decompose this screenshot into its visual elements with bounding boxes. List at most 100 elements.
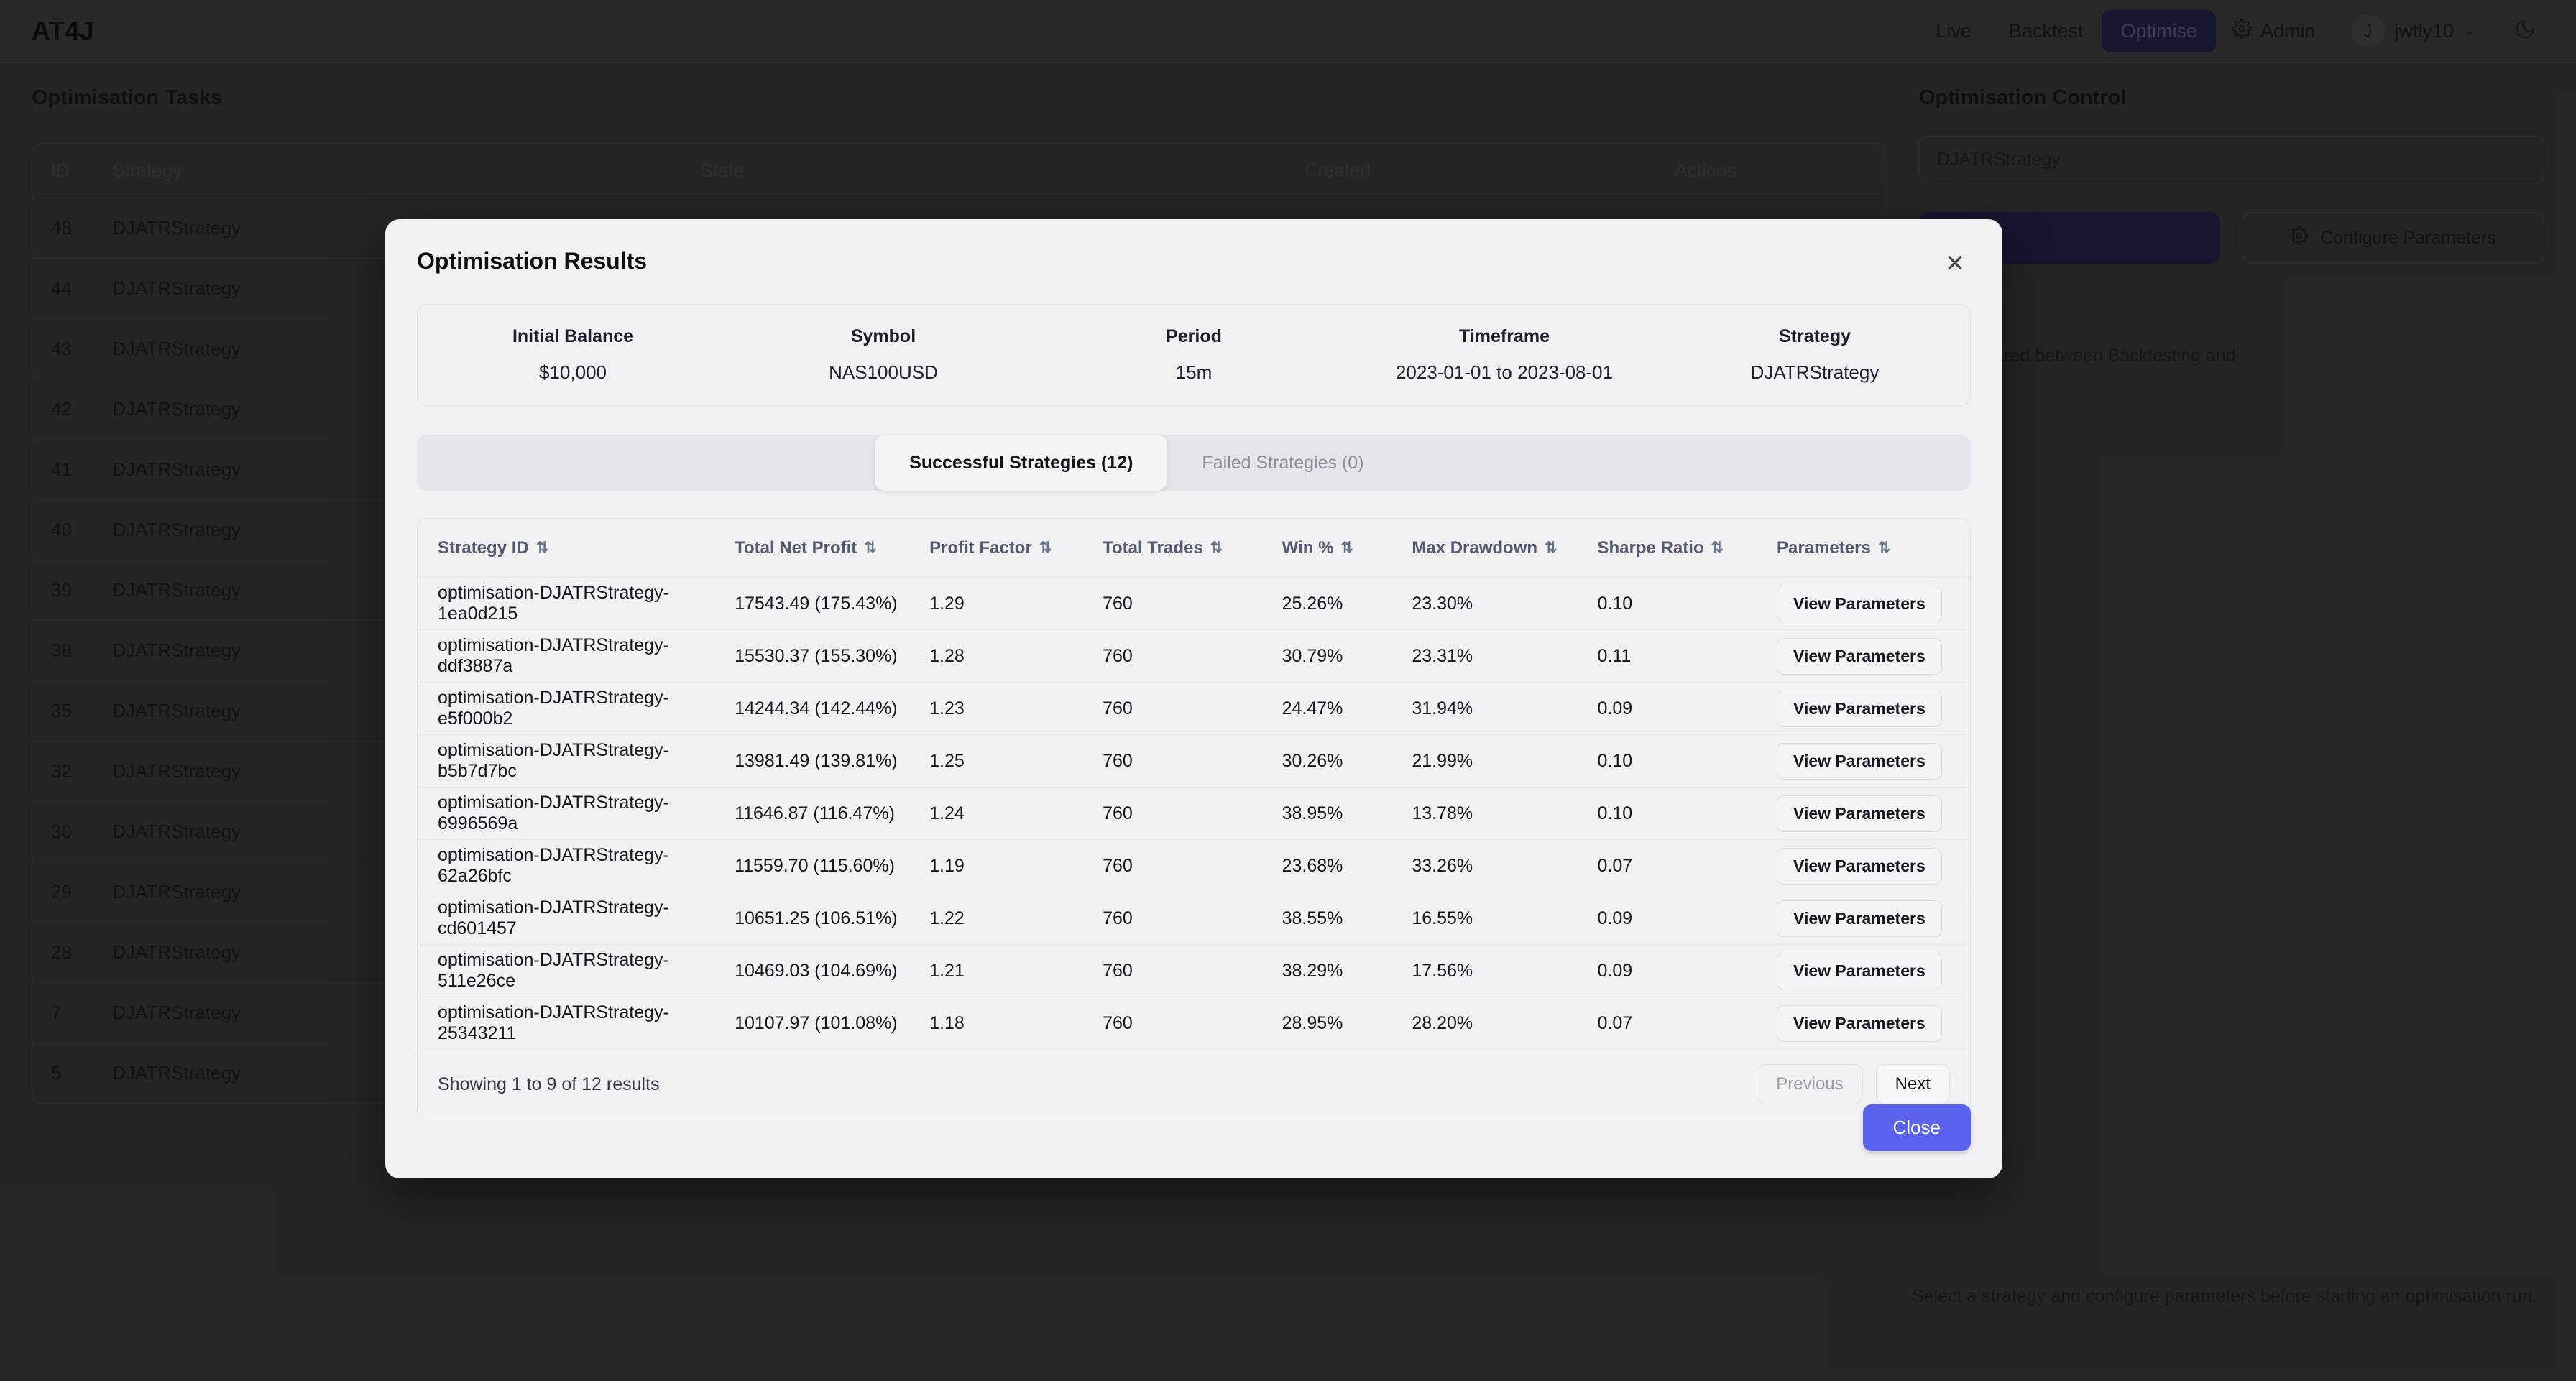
cell-profit-factor: 1.28 [929, 645, 965, 666]
cell-parameters: View Parameters [1777, 900, 1950, 937]
cell-parameters: View Parameters [1777, 690, 1950, 727]
view-parameters-button[interactable]: View Parameters [1777, 690, 1942, 727]
cell-total-net-profit: 11646.87 (116.47%) [735, 803, 895, 823]
summary-value: NAS100USD [829, 361, 938, 383]
cell-total-trades: 760 [1103, 750, 1133, 771]
tab-failed-strategies[interactable]: Failed Strategies (0) [1167, 435, 1398, 491]
table-row: optimisation-DJATRStrategy-25343211 10107… [418, 997, 1970, 1050]
results-col-win-pct-label: Win % [1282, 537, 1334, 558]
sort-icon: ⇅ [1210, 540, 1223, 556]
results-table-header: Strategy ID ⇅ Total Net Profit ⇅ Profit … [418, 519, 1970, 578]
cell-total-net-profit: 15530.37 (155.30%) [735, 645, 898, 666]
cell-total-trades: 760 [1103, 1012, 1133, 1033]
close-icon[interactable]: ✕ [1939, 248, 1971, 280]
tabs-leading-spacer [417, 435, 875, 491]
table-row: optimisation-DJATRStrategy-6996569a 11646… [418, 788, 1970, 840]
sort-icon: ⇅ [1877, 540, 1891, 556]
results-col-strategy-id-label: Strategy ID [438, 537, 529, 558]
results-col-max-drawdown[interactable]: Max Drawdown ⇅ [1412, 538, 1597, 558]
cell-parameters: View Parameters [1777, 795, 1950, 832]
results-col-parameters-label: Parameters [1777, 537, 1871, 558]
summary-cell: Initial Balance $10,000 [418, 326, 728, 384]
cell-sharpe-ratio: 0.07 [1597, 1012, 1633, 1033]
cell-total-trades: 760 [1103, 803, 1133, 823]
view-parameters-button[interactable]: View Parameters [1777, 900, 1942, 937]
cell-sharpe-ratio: 0.11 [1597, 645, 1632, 666]
summary-cell: Timeframe 2023-01-01 to 2023-08-01 [1349, 326, 1660, 384]
results-col-total-trades[interactable]: Total Trades ⇅ [1103, 538, 1282, 558]
tab-successful-strategies[interactable]: Successful Strategies (12) [875, 435, 1168, 491]
results-table: Strategy ID ⇅ Total Net Profit ⇅ Profit … [417, 518, 1971, 1119]
cell-strategy-id: optimisation-DJATRStrategy-25343211 [438, 1002, 669, 1043]
cell-parameters: View Parameters [1777, 952, 1950, 989]
cell-sharpe-ratio: 0.09 [1597, 960, 1633, 981]
next-page-button[interactable]: Next [1875, 1064, 1950, 1104]
results-table-body: optimisation-DJATRStrategy-1ea0d215 17543… [418, 578, 1970, 1050]
cell-sharpe-ratio: 0.07 [1597, 855, 1633, 876]
cell-total-trades: 760 [1103, 698, 1133, 719]
table-row: optimisation-DJATRStrategy-511e26ce 10469… [418, 945, 1970, 997]
cell-profit-factor: 1.23 [929, 698, 965, 719]
cell-max-drawdown: 23.30% [1412, 593, 1473, 614]
close-button[interactable]: Close [1862, 1104, 1971, 1151]
summary-value: 15m [1175, 361, 1213, 383]
results-col-profit-factor-label: Profit Factor [929, 537, 1032, 558]
summary-label: Period [1166, 326, 1222, 346]
previous-page-button[interactable]: Previous [1757, 1064, 1863, 1104]
results-col-profit-factor[interactable]: Profit Factor ⇅ [929, 538, 1103, 558]
table-row: optimisation-DJATRStrategy-e5f000b2 14244… [418, 683, 1970, 735]
cell-parameters: View Parameters [1777, 1004, 1950, 1042]
table-row: optimisation-DJATRStrategy-1ea0d215 17543… [418, 578, 1970, 630]
results-col-sharpe-ratio[interactable]: Sharpe Ratio ⇅ [1598, 538, 1777, 558]
results-col-parameters[interactable]: Parameters ⇅ [1777, 538, 1950, 558]
results-col-max-drawdown-label: Max Drawdown [1412, 537, 1538, 558]
cell-parameters: View Parameters [1777, 585, 1950, 622]
cell-strategy-id: optimisation-DJATRStrategy-ddf3887a [438, 635, 669, 676]
cell-parameters: View Parameters [1777, 742, 1950, 780]
cell-profit-factor: 1.22 [929, 907, 965, 928]
cell-win-pct: 25.26% [1282, 593, 1343, 614]
view-parameters-button[interactable]: View Parameters [1777, 637, 1942, 675]
results-col-win-pct[interactable]: Win % ⇅ [1282, 538, 1412, 558]
summary-label: Strategy [1778, 326, 1852, 346]
cell-profit-factor: 1.21 [929, 960, 965, 981]
cell-total-net-profit: 10469.03 (104.69%) [735, 960, 898, 981]
view-parameters-button[interactable]: View Parameters [1777, 1004, 1942, 1042]
cell-strategy-id: optimisation-DJATRStrategy-6996569a [438, 793, 669, 833]
cell-win-pct: 38.29% [1282, 960, 1343, 981]
view-parameters-button[interactable]: View Parameters [1777, 585, 1942, 622]
view-parameters-button[interactable]: View Parameters [1777, 847, 1942, 885]
sort-icon: ⇅ [535, 540, 549, 556]
summary-cell: Symbol NAS100USD [728, 326, 1039, 384]
pagination-summary: Showing 1 to 9 of 12 results [438, 1073, 660, 1094]
cell-strategy-id: optimisation-DJATRStrategy-b5b7d7bc [438, 740, 669, 781]
sort-icon: ⇅ [1545, 540, 1558, 556]
summary-label: Symbol [850, 326, 916, 346]
cell-max-drawdown: 33.26% [1412, 855, 1473, 876]
cell-win-pct: 38.55% [1282, 907, 1343, 928]
results-col-total-trades-label: Total Trades [1103, 537, 1203, 558]
cell-total-net-profit: 14244.34 (142.44%) [735, 698, 898, 719]
cell-sharpe-ratio: 0.10 [1597, 593, 1633, 614]
results-col-sharpe-ratio-label: Sharpe Ratio [1597, 537, 1704, 558]
cell-max-drawdown: 31.94% [1412, 698, 1473, 719]
results-col-total-net-profit-label: Total Net Profit [735, 537, 857, 558]
cell-win-pct: 38.95% [1282, 803, 1343, 823]
cell-max-drawdown: 21.99% [1412, 750, 1473, 771]
results-tabs: Successful Strategies (12) Failed Strate… [417, 435, 1971, 491]
modal-title: Optimisation Results [417, 248, 648, 274]
view-parameters-button[interactable]: View Parameters [1777, 742, 1942, 780]
cell-profit-factor: 1.24 [929, 803, 965, 823]
table-row: optimisation-DJATRStrategy-62a26bfc 11559… [418, 840, 1970, 892]
results-col-total-net-profit[interactable]: Total Net Profit ⇅ [735, 538, 929, 558]
view-parameters-button[interactable]: View Parameters [1777, 952, 1942, 989]
results-col-strategy-id[interactable]: Strategy ID ⇅ [438, 538, 735, 558]
cell-sharpe-ratio: 0.10 [1597, 750, 1633, 771]
cell-strategy-id: optimisation-DJATRStrategy-62a26bfc [438, 845, 669, 886]
sort-icon: ⇅ [1711, 540, 1724, 556]
summary-value: DJATRStrategy [1750, 361, 1880, 383]
optimisation-results-modal: Optimisation Results ✕ Initial Balance $1… [385, 219, 2002, 1178]
view-parameters-button[interactable]: View Parameters [1777, 795, 1942, 832]
sort-icon: ⇅ [1340, 540, 1353, 556]
cell-win-pct: 24.47% [1282, 698, 1343, 719]
